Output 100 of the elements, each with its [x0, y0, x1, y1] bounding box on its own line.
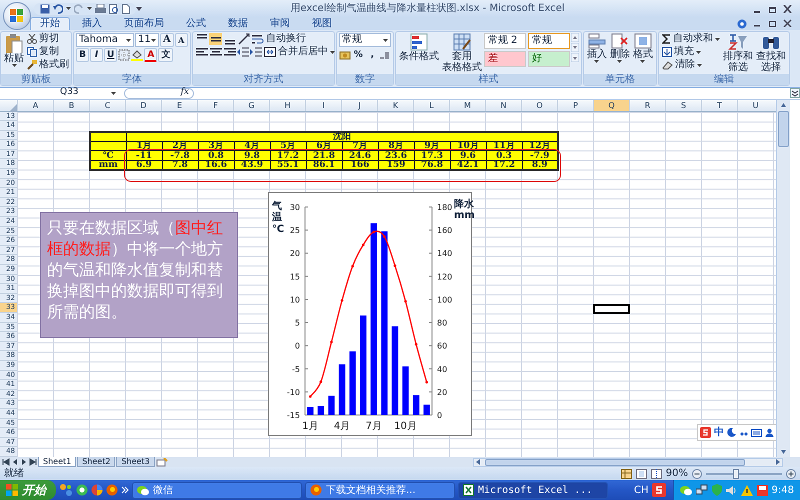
customize-toolbar-icon[interactable]	[136, 6, 142, 12]
align-right-icon[interactable]	[222, 46, 236, 58]
caret-icon[interactable]	[696, 50, 701, 54]
italic-button[interactable]: I	[90, 48, 103, 62]
scroll-up-icon[interactable]	[570, 33, 579, 42]
ribbon-tab[interactable]: 公式	[176, 17, 216, 30]
caret-icon[interactable]	[111, 92, 116, 95]
cell-style-option[interactable]: 好	[528, 51, 570, 67]
underline-button[interactable]: U	[104, 48, 118, 62]
print-icon[interactable]	[95, 4, 106, 14]
caret-icon[interactable]	[87, 7, 92, 10]
ribbon-tab[interactable]: 页面布局	[114, 17, 174, 30]
column-header[interactable]: E	[161, 100, 197, 111]
browser-icon[interactable]	[76, 484, 88, 496]
fill-color-icon[interactable]	[131, 49, 144, 61]
shrink-font-button[interactable]: A	[174, 33, 188, 47]
column-header[interactable]: O	[521, 100, 557, 111]
ribbon-button[interactable]: 条件格式	[398, 33, 440, 62]
caret-icon[interactable]	[714, 38, 720, 40]
orientation-icon[interactable]	[236, 33, 250, 45]
expand-icon[interactable]	[790, 88, 800, 98]
column-header[interactable]: K	[377, 100, 413, 111]
last-sheet-icon[interactable]	[29, 458, 37, 466]
cell-style-option[interactable]: 差	[484, 51, 526, 67]
caret-icon[interactable]	[330, 50, 335, 54]
column-header[interactable]: C	[89, 100, 125, 111]
column-header[interactable]: L	[413, 100, 449, 111]
caret-icon[interactable]	[696, 64, 702, 66]
column-header[interactable]: G	[233, 100, 269, 111]
column-header[interactable]: T	[701, 100, 737, 111]
ribbon-button[interactable]: 格式	[632, 33, 654, 63]
ribbon-button[interactable]: 自动换行	[250, 33, 307, 45]
restore-icon[interactable]	[768, 19, 777, 27]
phonetic-button[interactable]: 文	[158, 48, 174, 62]
taskbar-window-button[interactable]: 下载文档相关推荐...	[305, 482, 455, 498]
ribbon-tab[interactable]: 视图	[302, 17, 342, 30]
page-layout-icon[interactable]	[636, 468, 647, 479]
ribbon-button[interactable]: 自动求和	[660, 33, 721, 45]
cell-style-option[interactable]: 常规	[528, 33, 570, 49]
column-header[interactable]: Q	[593, 100, 629, 111]
font-family-field[interactable]: Tahoma	[76, 33, 134, 47]
caret-icon[interactable]	[640, 60, 646, 63]
save-icon[interactable]	[40, 4, 50, 14]
next-sheet-icon[interactable]	[20, 458, 28, 466]
page-break-icon[interactable]	[650, 468, 662, 479]
column-header[interactable]: N	[485, 100, 521, 111]
grow-font-button[interactable]: A	[160, 33, 174, 47]
align-left-icon[interactable]	[194, 46, 208, 58]
ribbon-tab[interactable]: 开始	[30, 17, 70, 30]
bold-button[interactable]: B	[76, 48, 89, 62]
ribbon-button[interactable]: 查找和 选择	[754, 33, 787, 73]
scroll-thumb[interactable]	[485, 458, 745, 466]
scroll-thumb[interactable]	[778, 110, 789, 147]
caret-icon[interactable]	[66, 7, 71, 10]
comma-style-button[interactable]: ,	[366, 48, 379, 62]
middle-align-icon[interactable]	[208, 33, 222, 45]
network-icon[interactable]	[696, 484, 708, 496]
start-button[interactable]: 开始	[0, 480, 56, 500]
ribbon-tab[interactable]: 插入	[72, 17, 112, 30]
caret-icon[interactable]	[594, 60, 600, 63]
language-indicator[interactable]: CH	[634, 482, 649, 498]
align-center-icon[interactable]	[208, 46, 222, 58]
number-format-field[interactable]: 常规	[338, 33, 391, 47]
column-header[interactable]: B	[53, 100, 89, 111]
ribbon-tab[interactable]: 审阅	[260, 17, 300, 30]
ribbon-button[interactable]: 套用 表格格式	[440, 33, 483, 73]
ribbon-button[interactable]: 合并后居中	[262, 46, 336, 58]
insert-sheet-icon[interactable]	[156, 458, 168, 467]
active-cell[interactable]	[593, 304, 630, 314]
zoom-in-icon[interactable]	[786, 468, 796, 479]
insert-function-button[interactable]: fx	[124, 88, 194, 99]
chat-tray-icon[interactable]	[680, 484, 692, 496]
zoom-out-icon[interactable]	[692, 468, 702, 479]
column-header[interactable]: H	[269, 100, 305, 111]
increase-decimal-icon[interactable]	[380, 50, 390, 60]
percent-button[interactable]: %	[352, 48, 365, 62]
caret-icon[interactable]	[12, 64, 16, 67]
undo-icon[interactable]	[53, 4, 63, 14]
ribbon-button[interactable]: 格式刷	[26, 59, 70, 71]
app-launcher-icon[interactable]	[59, 483, 73, 497]
close-icon[interactable]	[783, 19, 792, 27]
ribbon-tab[interactable]: 数据	[218, 17, 258, 30]
sheet-tab[interactable]: Sheet3	[116, 457, 155, 468]
column-header[interactable]: J	[341, 100, 377, 111]
previous-sheet-icon[interactable]	[11, 458, 19, 466]
column-header[interactable]: R	[629, 100, 665, 111]
color-wheel-icon[interactable]	[91, 484, 103, 496]
input-method-icon[interactable]	[652, 483, 666, 497]
font-size-field[interactable]: 11	[135, 33, 159, 47]
column-header[interactable]: M	[449, 100, 485, 111]
ribbon-button[interactable]: 剪切	[26, 33, 70, 45]
paste-button[interactable]: 粘贴	[3, 33, 25, 67]
ribbon-button[interactable]: 填充	[660, 46, 721, 58]
sheet-tab[interactable]: Sheet1	[38, 457, 76, 468]
ribbon-button[interactable]: 复制	[26, 46, 70, 58]
cell-style-option[interactable]: 常规 2	[484, 33, 526, 49]
column-header[interactable]: S	[665, 100, 701, 111]
more-icon[interactable]	[570, 53, 579, 62]
currency-icon[interactable]	[338, 49, 351, 61]
column-header[interactable]: I	[305, 100, 341, 111]
